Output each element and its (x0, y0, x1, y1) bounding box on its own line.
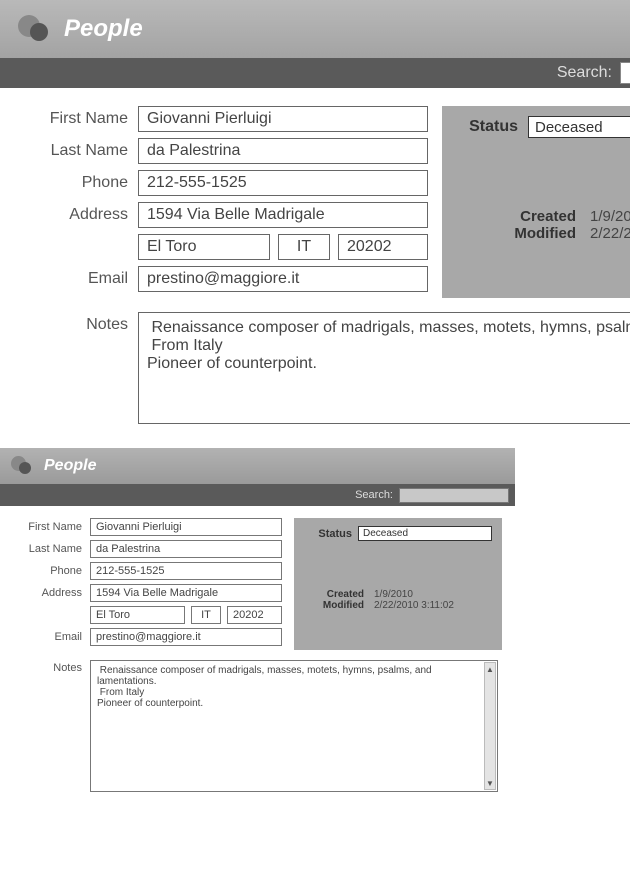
people-icon (14, 11, 50, 47)
search-input[interactable] (399, 488, 509, 503)
email-field[interactable] (90, 628, 282, 646)
notes-field[interactable]: Renaissance composer of madrigals, masse… (138, 312, 630, 424)
state-field[interactable] (278, 234, 330, 260)
first-name-field[interactable] (138, 106, 428, 132)
email-label: Email (18, 270, 128, 288)
notes-label: Notes (18, 312, 128, 424)
created-value: 1/9/2010 (590, 208, 630, 225)
phone-field[interactable] (90, 562, 282, 580)
zip-field[interactable] (227, 606, 282, 624)
modified-label: Modified (304, 600, 364, 611)
street-field[interactable] (138, 202, 428, 228)
city-field[interactable] (90, 606, 185, 624)
created-label: Created (456, 208, 576, 225)
page-title: People (44, 457, 96, 475)
phone-label: Phone (12, 565, 82, 577)
zip-field[interactable] (338, 234, 428, 260)
notes-label: Notes (12, 660, 82, 792)
first-name-label: First Name (18, 110, 128, 128)
phone-label: Phone (18, 174, 128, 192)
last-name-label: Last Name (18, 142, 128, 160)
address-label: Address (12, 587, 82, 599)
page-title: People (64, 15, 143, 43)
status-panel: Status Deceased Created 1/9/2010 Modifie… (294, 518, 502, 650)
created-label: Created (304, 589, 364, 600)
search-bar: Search: (0, 484, 515, 506)
app-header: People (0, 0, 630, 58)
search-input[interactable] (620, 62, 630, 84)
phone-field[interactable] (138, 170, 428, 196)
search-label: Search: (355, 489, 393, 501)
app-header: People (0, 448, 515, 484)
first-name-label: First Name (12, 521, 82, 533)
email-label: Email (12, 631, 82, 643)
first-name-field[interactable] (90, 518, 282, 536)
address-label: Address (18, 206, 128, 224)
search-label: Search: (557, 64, 612, 82)
last-name-field[interactable] (138, 138, 428, 164)
modified-label: Modified (456, 225, 576, 242)
status-field[interactable]: Deceased (528, 116, 630, 138)
state-field[interactable] (191, 606, 221, 624)
notes-field[interactable]: Renaissance composer of madrigals, masse… (90, 660, 498, 792)
city-field[interactable] (138, 234, 270, 260)
last-name-label: Last Name (12, 543, 82, 555)
search-bar: Search: (0, 58, 630, 88)
created-value: 1/9/2010 (374, 589, 413, 600)
modified-value: 2/22/20 (590, 225, 630, 242)
scrollbar[interactable]: ▲ ▼ (484, 662, 496, 790)
status-panel: Status Deceased Created 1/9/2010 Modifie… (442, 106, 630, 298)
status-label: Status (469, 118, 518, 136)
scroll-up-icon[interactable]: ▲ (485, 663, 495, 675)
street-field[interactable] (90, 584, 282, 602)
status-field[interactable]: Deceased (358, 526, 492, 541)
last-name-field[interactable] (90, 540, 282, 558)
status-label: Status (304, 528, 352, 540)
people-icon (8, 453, 34, 479)
scroll-down-icon[interactable]: ▼ (485, 777, 495, 789)
email-field[interactable] (138, 266, 428, 292)
modified-value: 2/22/2010 3:11:02 (374, 600, 454, 611)
